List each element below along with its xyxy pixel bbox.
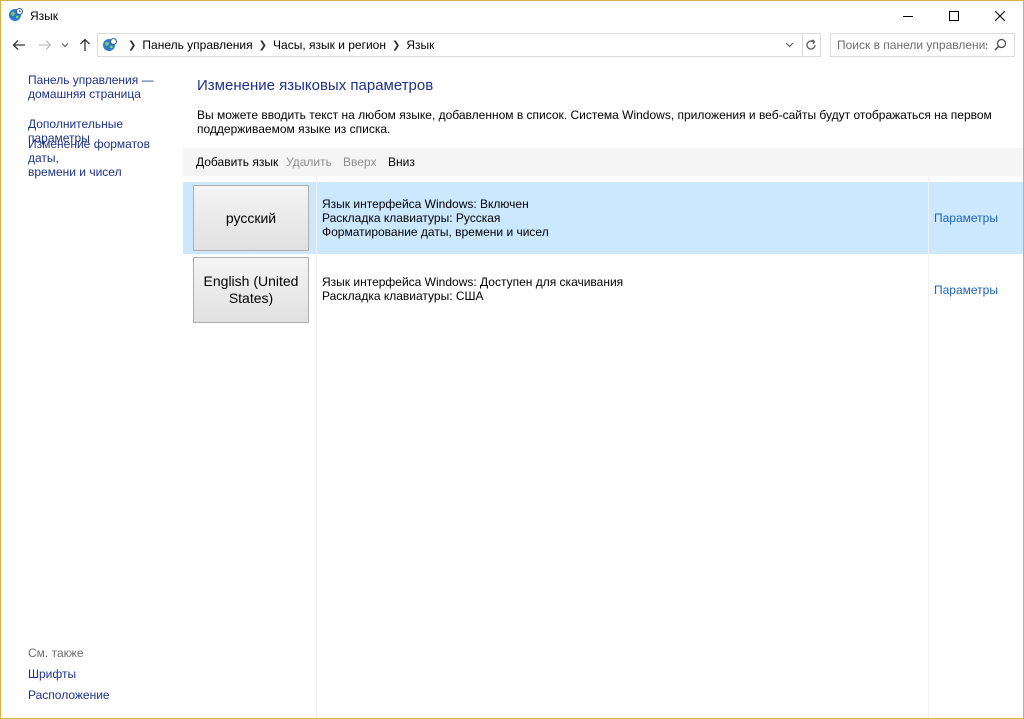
column-divider <box>928 176 929 718</box>
recent-locations-button[interactable] <box>59 35 71 55</box>
interface-status: Язык интерфейса Windows: Доступен для ск… <box>322 275 624 289</box>
options-link[interactable]: Параметры <box>934 211 998 225</box>
breadcrumb-control-panel[interactable]: Панель управления <box>142 38 252 52</box>
keyboard-layout: Раскладка клавиатуры: США <box>322 289 484 303</box>
remove-button[interactable]: Удалить <box>286 155 332 169</box>
address-bar[interactable]: ❯ Панель управления ❯ Часы, язык и регио… <box>97 33 803 57</box>
language-tile[interactable]: English (United States) <box>193 257 309 323</box>
search-box[interactable] <box>830 33 1015 57</box>
close-button[interactable] <box>977 1 1023 30</box>
chevron-right-icon[interactable]: ❯ <box>128 40 136 51</box>
arrow-up-icon <box>80 38 90 51</box>
language-row[interactable]: English (United States) Язык интерфейса … <box>183 254 1023 326</box>
arrow-right-icon <box>39 40 52 50</box>
back-button[interactable] <box>9 35 29 55</box>
language-row[interactable]: русский Язык интерфейса Windows: Включен… <box>183 182 1023 254</box>
page-description: Вы можете вводить текст на любом языке, … <box>197 108 992 136</box>
maximize-button[interactable] <box>931 1 977 30</box>
control-panel-home-link[interactable]: Панель управления — домашняя страница <box>28 73 178 101</box>
search-icon[interactable] <box>994 38 1007 51</box>
fonts-link[interactable]: Шрифты <box>28 667 178 681</box>
forward-button[interactable] <box>35 35 55 55</box>
search-input[interactable] <box>837 37 987 52</box>
add-language-button[interactable]: Добавить язык <box>196 155 278 169</box>
language-list: русский Язык интерфейса Windows: Включен… <box>183 176 1023 718</box>
language-window: Язык ❯ Панель управления ❯ Часы, язык и … <box>0 0 1024 719</box>
see-also-label: См. также <box>28 646 84 660</box>
home-link-line-2[interactable]: домашняя страница <box>28 87 178 101</box>
address-history-button[interactable] <box>782 38 796 52</box>
move-down-button[interactable]: Вниз <box>388 155 415 169</box>
title-bar: Язык <box>1 1 1023 30</box>
window-title: Язык <box>30 9 59 23</box>
chevron-right-icon[interactable]: ❯ <box>392 40 400 51</box>
formats-link-line-2[interactable]: времени и чисел <box>28 165 178 179</box>
up-button[interactable] <box>75 35 95 55</box>
formats-link-line-1[interactable]: Изменение форматов даты, <box>28 137 178 165</box>
keyboard-layout: Раскладка клавиатуры: Русская <box>322 211 501 225</box>
page-title: Изменение языковых параметров <box>197 77 434 94</box>
location-link[interactable]: Расположение <box>28 688 178 702</box>
close-icon <box>995 10 1005 21</box>
refresh-icon <box>806 39 816 50</box>
breadcrumb-clock-region[interactable]: Часы, язык и регион <box>273 38 386 52</box>
globe-clock-icon <box>8 7 24 23</box>
breadcrumb: ❯ Панель управления ❯ Часы, язык и регио… <box>122 38 434 52</box>
language-toolbar: Добавить язык Удалить Вверх Вниз <box>183 148 1023 176</box>
language-tile[interactable]: русский <box>193 185 309 251</box>
navigation-bar: ❯ Панель управления ❯ Часы, язык и регио… <box>1 30 1023 59</box>
left-pane: Панель управления — домашняя страница До… <box>1 59 183 718</box>
minimize-button[interactable] <box>885 1 931 30</box>
formatting-info: Форматирование даты, времени и чисел <box>322 225 549 239</box>
chevron-down-icon <box>61 43 69 48</box>
globe-clock-icon <box>102 37 118 53</box>
minimize-icon <box>903 15 913 17</box>
column-divider <box>316 176 317 718</box>
chevron-down-icon <box>785 42 793 48</box>
chevron-right-icon[interactable]: ❯ <box>259 40 267 51</box>
breadcrumb-language[interactable]: Язык <box>406 38 434 52</box>
refresh-button[interactable] <box>802 33 821 57</box>
home-link-line-1[interactable]: Панель управления — <box>28 73 178 87</box>
maximize-icon <box>949 10 959 21</box>
move-up-button[interactable]: Вверх <box>343 155 376 169</box>
arrow-left-icon <box>12 40 25 50</box>
change-formats-link[interactable]: Изменение форматов даты, времени и чисел <box>28 137 178 179</box>
language-details: Язык интерфейса Windows: Включен Расклад… <box>322 197 549 239</box>
interface-status: Язык интерфейса Windows: Включен <box>322 197 529 211</box>
options-link[interactable]: Параметры <box>934 283 998 297</box>
language-details: Язык интерфейса Windows: Доступен для ск… <box>322 275 623 303</box>
